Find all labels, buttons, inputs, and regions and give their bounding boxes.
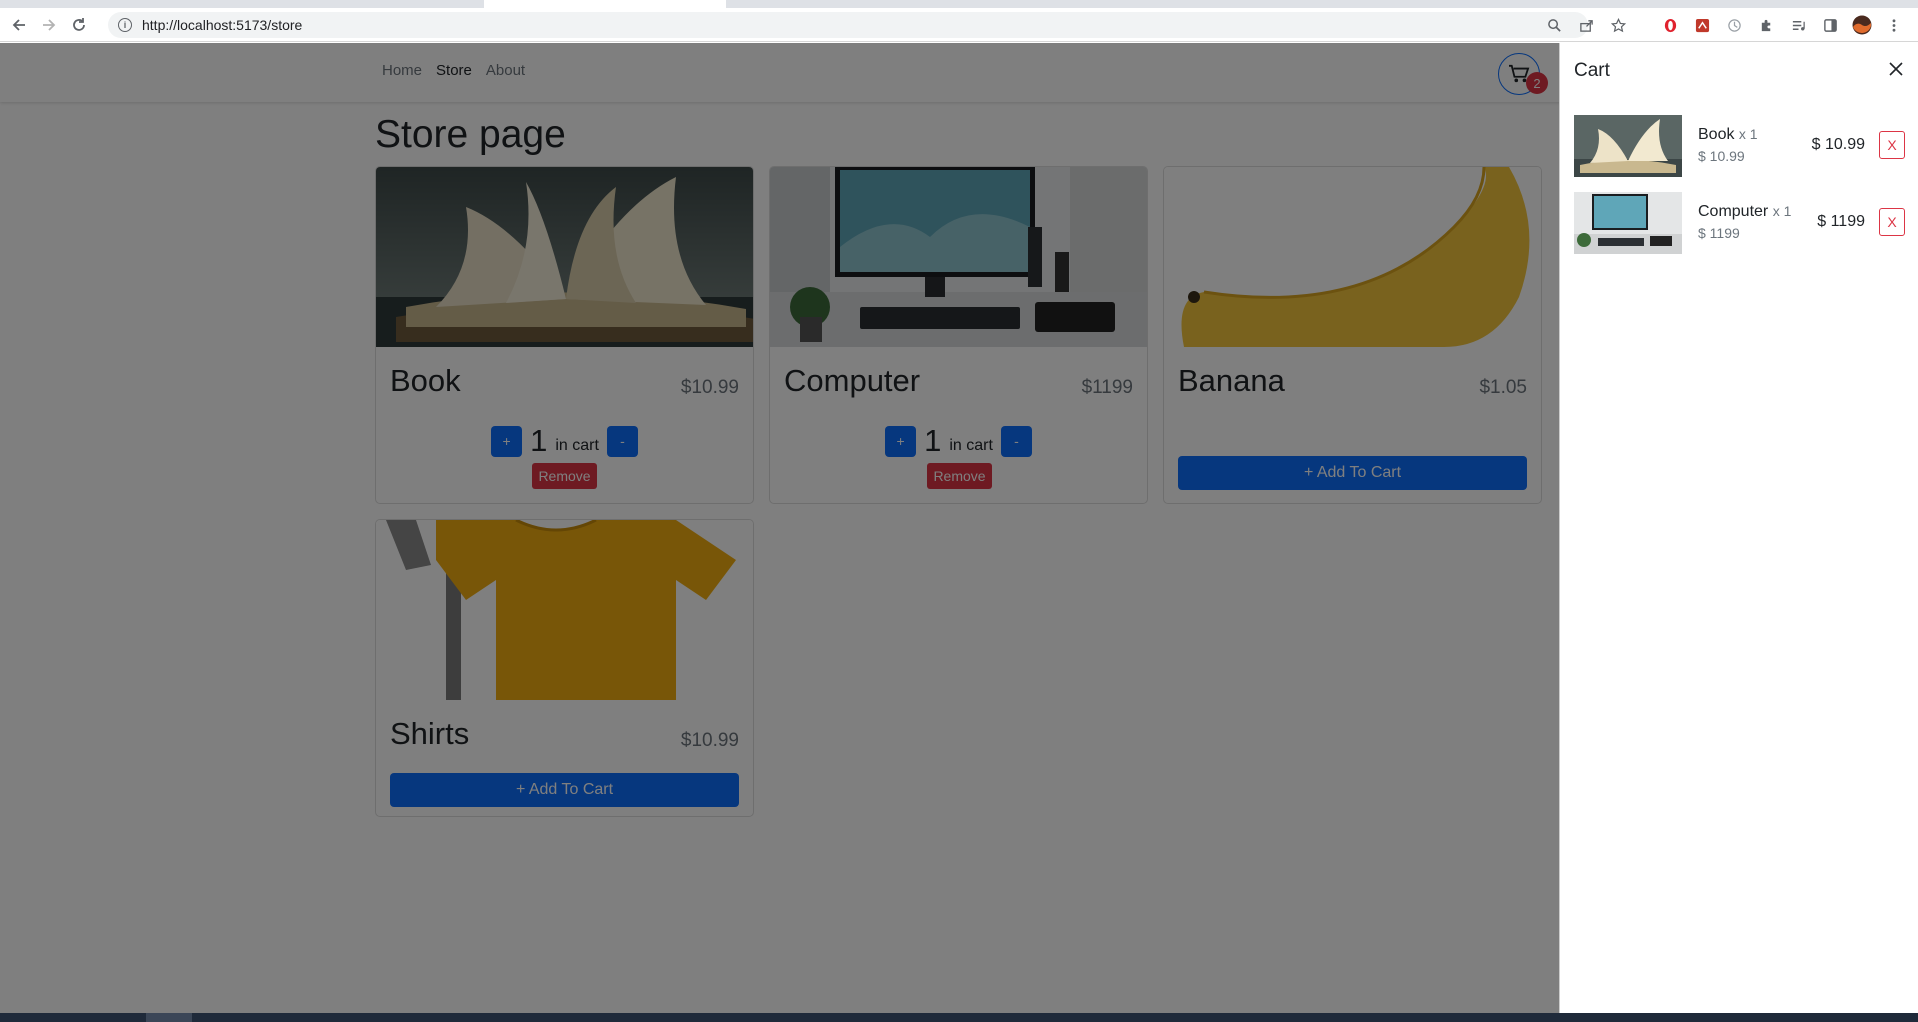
cart-item-remove-button[interactable]: X — [1879, 131, 1905, 159]
reload-icon[interactable] — [68, 14, 90, 36]
browser-tab-strip — [0, 0, 1918, 8]
back-icon[interactable] — [8, 14, 30, 36]
cart-item-image-book — [1574, 115, 1682, 177]
cart-item-unit-price: $ 1199 — [1698, 225, 1740, 241]
media-control-icon[interactable] — [1788, 15, 1808, 35]
cart-item-quantity: x 1 — [1738, 126, 1758, 142]
cart-item-name-text: Computer — [1698, 203, 1769, 220]
extension-timer-icon[interactable] — [1724, 15, 1744, 35]
cart-item-name: Book x 1 — [1698, 126, 1758, 144]
share-icon[interactable] — [1576, 15, 1596, 35]
active-browser-tab[interactable] — [484, 0, 726, 8]
browser-menu-icon[interactable] — [1884, 15, 1904, 35]
close-icon[interactable] — [1886, 59, 1906, 79]
address-bar[interactable]: i http://localhost:5173/store — [108, 12, 1588, 38]
cart-item-unit-price: $ 10.99 — [1698, 148, 1745, 164]
os-taskbar — [0, 1013, 1918, 1022]
bookmark-star-icon[interactable] — [1608, 15, 1628, 35]
opera-extension-icon[interactable] — [1660, 15, 1680, 35]
extension-icons — [1660, 12, 1904, 38]
extensions-puzzle-icon[interactable] — [1756, 15, 1776, 35]
cart-offcanvas: Cart Book x 1 $ 10.99 $ 10.99 X Computer… — [1559, 43, 1918, 1013]
cart-item: Book x 1 $ 10.99 $ 10.99 X — [1574, 115, 1905, 177]
cart-item: Computer x 1 $ 1199 $ 1199 X — [1574, 192, 1905, 254]
cart-item-quantity: x 1 — [1772, 203, 1792, 219]
zoom-icon[interactable] — [1544, 15, 1564, 35]
browser-toolbar: i http://localhost:5173/store — [0, 8, 1918, 42]
cart-title: Cart — [1574, 60, 1610, 81]
cart-item-total: $ 1199 — [1817, 213, 1865, 230]
extension-square-icon[interactable] — [1692, 15, 1712, 35]
cart-item-total: $ 10.99 — [1811, 136, 1865, 153]
taskbar-app-icon[interactable] — [146, 1013, 192, 1022]
omnibox-actions — [1544, 12, 1628, 38]
cart-item-name-text: Book — [1698, 126, 1735, 143]
site-info-icon[interactable]: i — [118, 18, 132, 32]
profile-avatar-icon[interactable] — [1852, 15, 1872, 35]
address-url[interactable]: http://localhost:5173/store — [142, 17, 302, 33]
cart-item-image-computer — [1574, 192, 1682, 254]
cart-item-remove-button[interactable]: X — [1879, 208, 1905, 236]
cart-item-name: Computer x 1 — [1698, 203, 1791, 221]
forward-icon[interactable] — [38, 14, 60, 36]
side-panel-icon[interactable] — [1820, 15, 1840, 35]
page-viewport: Home Store About 2 Store page — [0, 43, 1918, 1013]
